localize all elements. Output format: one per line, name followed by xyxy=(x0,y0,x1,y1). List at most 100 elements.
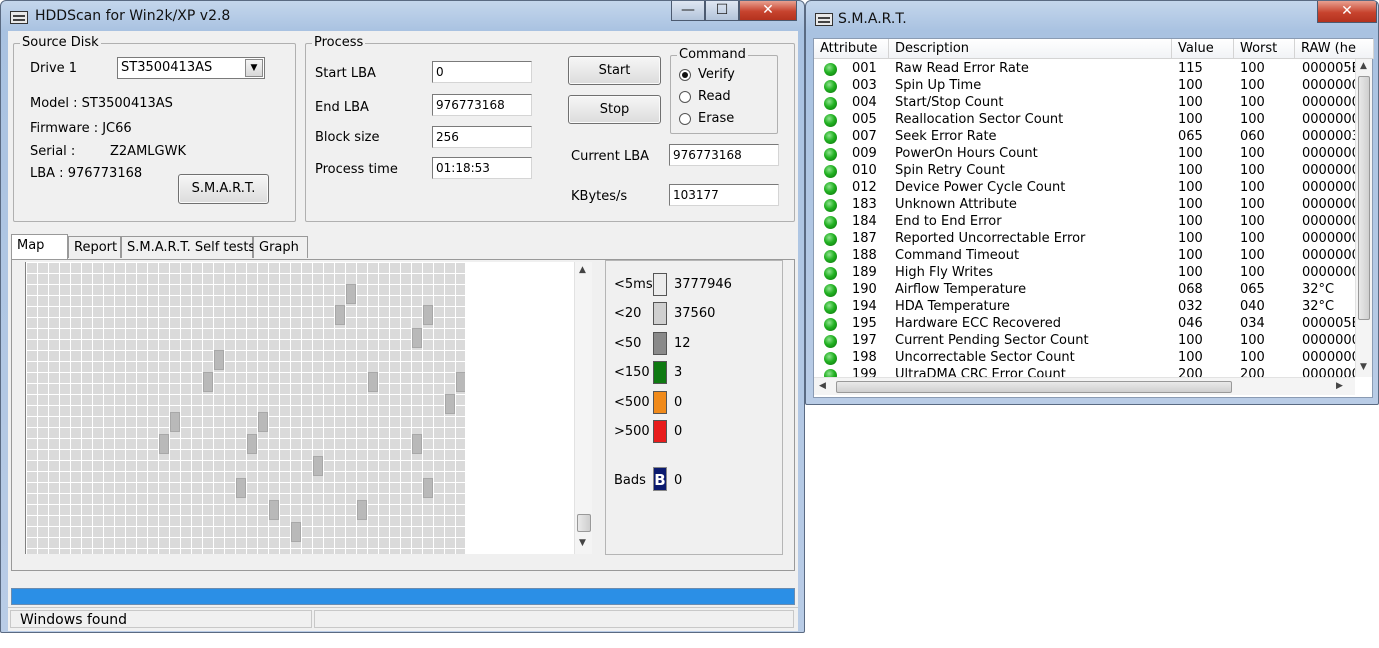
legend-count: 37560 xyxy=(674,306,716,321)
smart-table-row[interactable]: 009 PowerOn Hours Count 100 100 0000000 xyxy=(814,146,1355,163)
smart-cell-desc: Command Timeout xyxy=(895,248,1020,263)
column-header[interactable]: Description xyxy=(889,39,1172,59)
smart-table-row[interactable]: 183 Unknown Attribute 100 100 0000000 xyxy=(814,197,1355,214)
status-ok-icon xyxy=(824,63,837,76)
drive-select[interactable]: ST3500413AS ▼ xyxy=(117,57,265,79)
smart-table-row[interactable]: 005 Reallocation Sector Count 100 100 000000… xyxy=(814,112,1355,129)
smart-table-row[interactable]: 001 Raw Read Error Rate 115 100 000005E xyxy=(814,61,1355,78)
smart-table-row[interactable]: 194 HDA Temperature 032 040 32°C xyxy=(814,299,1354,316)
smart-table-row[interactable]: 004 Start/Stop Count 100 100 0000000 xyxy=(814,95,1355,112)
smart-cell-desc: Airflow Temperature xyxy=(895,282,1027,297)
legend-label: >500 xyxy=(614,424,650,439)
slow-block-marker xyxy=(368,372,378,392)
read-label[interactable]: Read xyxy=(698,89,731,104)
firmware-text: Firmware : JC66 xyxy=(30,121,132,136)
slow-block-marker xyxy=(445,394,455,414)
smart-cell-worst: 100 xyxy=(1240,333,1265,348)
smart-cell-raw: 0000000 xyxy=(1302,78,1355,93)
process-label: Process xyxy=(312,35,366,50)
tab-smart-self-tests[interactable]: S.M.A.R.T. Self tests xyxy=(121,236,255,258)
verify-radio[interactable] xyxy=(679,69,691,81)
smart-cell-raw: 0000000 xyxy=(1302,163,1355,178)
close-button[interactable]: ✕ xyxy=(739,1,797,21)
slow-block-marker xyxy=(159,434,169,454)
tab-map[interactable]: Map xyxy=(11,234,68,259)
smart-button[interactable]: S.M.A.R.T. xyxy=(178,174,269,204)
smart-table-row[interactable]: 198 Uncorrectable Sector Count 100 100 00000… xyxy=(814,350,1355,367)
smart-cell-raw: 0000000 xyxy=(1302,333,1355,348)
column-header[interactable]: RAW (he xyxy=(1295,39,1374,59)
scroll-up-icon[interactable]: ▲ xyxy=(579,265,586,275)
smart-table-body: 001 Raw Read Error Rate 115 100 000005E 003 Sp… xyxy=(814,61,1355,377)
column-header[interactable]: Attribute xyxy=(814,39,889,59)
end-lba-input[interactable]: 976773168 xyxy=(432,94,532,116)
scroll-down-icon[interactable]: ▼ xyxy=(1360,362,1367,372)
smart-table-row[interactable]: 187 Reported Uncorrectable Error 100 100 000… xyxy=(814,231,1355,248)
scroll-left-icon[interactable]: ◀ xyxy=(819,381,826,391)
minimize-icon: — xyxy=(681,2,695,18)
smart-table-row[interactable]: 199 UltraDMA CRC Error Count 200 200 0000000 xyxy=(814,367,1355,377)
maximize-button[interactable]: ☐ xyxy=(705,1,739,21)
status-ok-icon xyxy=(824,267,837,280)
status-bar: Windows found xyxy=(8,607,798,629)
legend-label: <150 xyxy=(614,365,650,380)
start-lba-input[interactable]: 0 xyxy=(432,61,532,83)
scroll-right-icon[interactable]: ▶ xyxy=(1336,381,1343,391)
status-ok-icon xyxy=(824,114,837,127)
smart-table-row[interactable]: 003 Spin Up Time 100 100 0000000 xyxy=(814,78,1355,95)
smart-vertical-scrollbar[interactable]: ▲ ▼ xyxy=(1355,59,1372,377)
smart-cell-id: 001 xyxy=(852,61,877,76)
slow-block-marker xyxy=(313,456,323,476)
smart-cell-raw: 32°C xyxy=(1302,282,1335,297)
status-pane-1: Windows found xyxy=(10,610,312,628)
status-ok-icon xyxy=(824,199,837,212)
smart-cell-worst: 100 xyxy=(1240,231,1265,246)
smart-table-row[interactable]: 197 Current Pending Sector Count 100 100 000… xyxy=(814,333,1355,350)
column-header[interactable]: Worst xyxy=(1234,39,1295,59)
read-radio[interactable] xyxy=(679,91,691,103)
smart-cell-desc: Device Power Cycle Count xyxy=(895,180,1066,195)
smart-table-row[interactable]: 188 Command Timeout 100 100 0000000 xyxy=(814,248,1355,265)
tab-graph[interactable]: Graph xyxy=(253,236,308,258)
smart-hscroll-thumb[interactable] xyxy=(836,381,1232,393)
minimize-button[interactable]: — xyxy=(671,1,705,21)
progress-fill xyxy=(12,589,794,604)
smart-cell-raw: 0000000 xyxy=(1302,146,1355,161)
hddscan-titlebar[interactable]: HDDScan for Win2k/XP v2.8 — ☐ ✕ xyxy=(1,1,804,31)
smart-table-row[interactable]: 012 Device Power Cycle Count 100 100 0000000 xyxy=(814,180,1355,197)
stop-button[interactable]: Stop xyxy=(568,95,661,124)
smart-titlebar[interactable]: S.M.A.R.T. ✕ xyxy=(806,1,1378,31)
status-ok-icon xyxy=(824,250,837,263)
erase-label[interactable]: Erase xyxy=(698,111,734,126)
smart-table-row[interactable]: 189 High Fly Writes 100 100 0000000 xyxy=(814,265,1355,282)
erase-radio[interactable] xyxy=(679,113,691,125)
smart-cell-raw: 000005E xyxy=(1302,61,1355,76)
slow-block-marker xyxy=(203,372,213,392)
scroll-down-icon[interactable]: ▼ xyxy=(579,538,586,548)
block-map xyxy=(25,262,466,554)
scroll-up-icon[interactable]: ▲ xyxy=(1360,61,1367,71)
start-button[interactable]: Start xyxy=(568,56,661,85)
smart-table-row[interactable]: 190 Airflow Temperature 068 065 32°C xyxy=(814,282,1354,299)
smart-cell-id: 188 xyxy=(852,248,877,263)
smart-table-row[interactable]: 007 Seek Error Rate 065 060 0000003 xyxy=(814,129,1355,146)
chevron-down-icon[interactable]: ▼ xyxy=(245,59,263,77)
map-scrollbar[interactable]: ▲ ▼ xyxy=(574,262,592,554)
smart-table-row[interactable]: 195 Hardware ECC Recovered 046 034 000005E xyxy=(814,316,1355,333)
maximize-icon: ☐ xyxy=(715,2,729,18)
slow-block-marker xyxy=(291,522,301,542)
smart-horizontal-scrollbar[interactable]: ◀ ▶ xyxy=(814,377,1355,395)
legend-color-swatch xyxy=(653,302,667,325)
smart-cell-worst: 060 xyxy=(1240,129,1265,144)
tab-report[interactable]: Report xyxy=(68,236,121,258)
smart-vscroll-thumb[interactable] xyxy=(1358,76,1370,320)
smart-cell-raw: 32°C xyxy=(1302,299,1335,314)
smart-table-row[interactable]: 010 Spin Retry Count 100 100 0000000 xyxy=(814,163,1355,180)
map-scroll-thumb[interactable] xyxy=(577,514,591,532)
smart-cell-value: 100 xyxy=(1178,112,1203,127)
block-size-input[interactable]: 256 xyxy=(432,126,532,148)
verify-label[interactable]: Verify xyxy=(698,67,735,82)
smart-table-row[interactable]: 184 End to End Error 100 100 0000000 xyxy=(814,214,1355,231)
column-header[interactable]: Value xyxy=(1172,39,1234,59)
smart-close-button[interactable]: ✕ xyxy=(1317,1,1377,23)
